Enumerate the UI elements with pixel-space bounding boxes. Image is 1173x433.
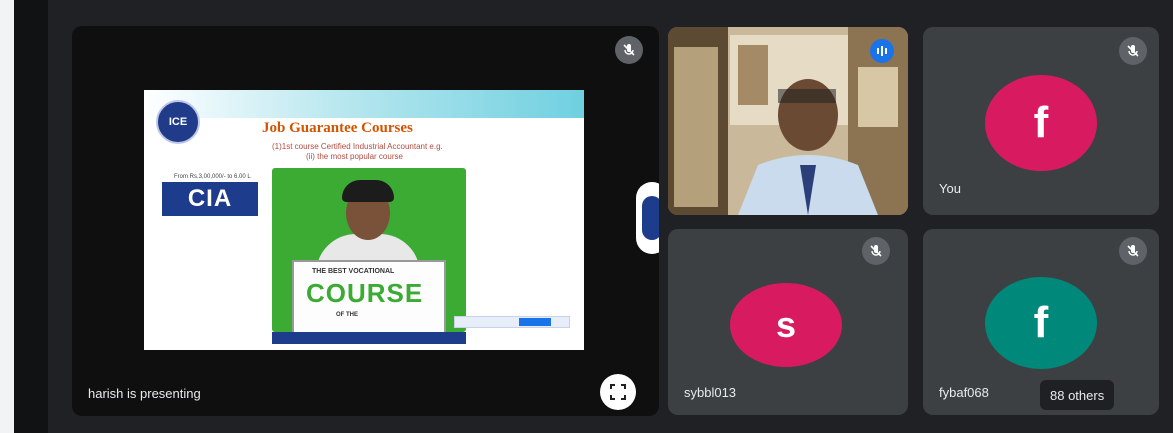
presenter-label: harish is presenting: [88, 386, 201, 401]
slide-footer: [272, 332, 466, 344]
avatar: f: [985, 277, 1097, 369]
slide-sign-board: THE BEST VOCATIONAL COURSE OF THE: [292, 260, 446, 336]
participant-name: fybaf068: [939, 385, 989, 400]
mic-off-icon: [1119, 237, 1147, 265]
mic-off-icon: [1119, 37, 1147, 65]
slide-subtitle-1: (1)1st course Certified Industrial Accou…: [272, 142, 443, 151]
shared-slide: ICE Job Guarantee Courses (1)1st course …: [144, 90, 584, 350]
avatar: s: [730, 283, 842, 367]
fullscreen-icon[interactable]: [600, 374, 636, 410]
left-edge-strip: [0, 0, 14, 433]
slide-header-band: [144, 90, 584, 118]
avatar: f: [985, 75, 1097, 171]
board-line-3: OF THE: [336, 312, 358, 318]
participant-tile-you[interactable]: f You: [923, 27, 1159, 215]
cia-badge: CIA: [162, 182, 258, 216]
person-hair: [342, 180, 394, 202]
board-line-1: THE BEST VOCATIONAL: [312, 268, 395, 275]
participant-tile-sybbl013[interactable]: s sybbl013: [668, 229, 908, 415]
slide-logo: ICE: [156, 100, 200, 144]
left-dark-bar: [14, 0, 48, 433]
slide-side-badge: [636, 182, 659, 254]
participant-name: You: [939, 181, 961, 196]
slide-tagline: From Rs.3,00,000/- to 6.00 L: [174, 174, 251, 180]
audio-wave-icon: [870, 39, 894, 63]
slide-input-bar: [454, 316, 570, 328]
board-line-2: COURSE: [306, 278, 424, 308]
presentation-tile[interactable]: ICE Job Guarantee Courses (1)1st course …: [72, 26, 659, 416]
participant-name: sybbl013: [684, 385, 737, 400]
slide-input-button: [519, 318, 551, 326]
mic-off-icon: [862, 237, 890, 265]
others-button[interactable]: 88 others: [1040, 380, 1115, 410]
mic-off-icon: [615, 36, 643, 64]
slide-title: Job Guarantee Courses: [262, 120, 413, 136]
video-tile-speaker[interactable]: [668, 27, 908, 215]
slide-subtitle-2: (ii) the most popular course: [306, 152, 403, 161]
